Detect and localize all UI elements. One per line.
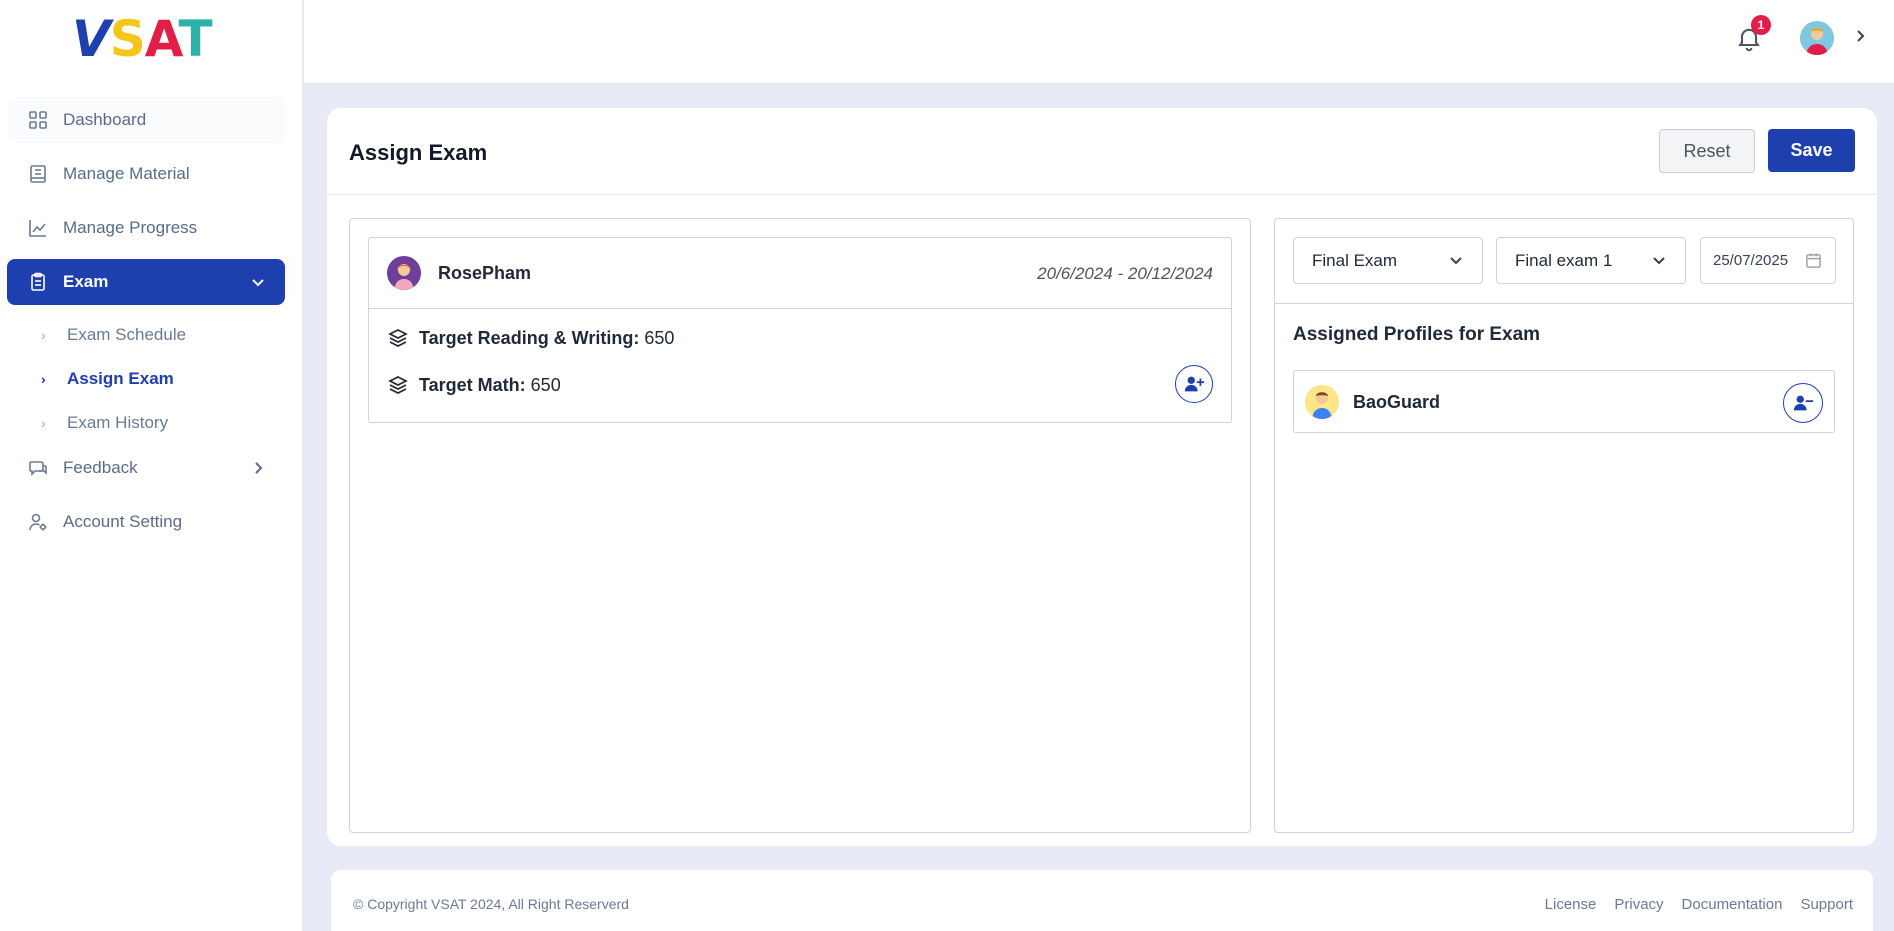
footer-link-documentation[interactable]: Documentation	[1682, 896, 1783, 913]
target-label: Target Reading & Writing:	[419, 327, 640, 348]
student-name: RosePham	[438, 263, 532, 283]
sidebar-item-label: Dashboard	[63, 110, 147, 129]
exam-type-select[interactable]: Final Exam	[1293, 237, 1483, 284]
save-button[interactable]: Save	[1768, 129, 1855, 172]
target-label: Target Math:	[419, 374, 526, 395]
footer-link-support[interactable]: Support	[1800, 896, 1853, 913]
clipboard-icon	[27, 271, 49, 293]
footer-links: License Privacy Documentation Support	[1545, 896, 1853, 913]
chevron-right-icon: ›	[41, 415, 46, 431]
chevron-right-icon[interactable]	[1852, 28, 1868, 44]
page-title: Assign Exam	[349, 140, 488, 165]
card-header: Assign Exam Reset Save	[327, 108, 1877, 195]
footer-link-license[interactable]: License	[1545, 896, 1597, 913]
sidebar-item-label: Manage Material	[63, 164, 190, 183]
student-avatar	[387, 256, 421, 290]
student-profile-card: RosePham 20/6/2024 - 20/12/2024 Target R…	[368, 237, 1232, 423]
chevron-right-icon: ›	[41, 371, 46, 387]
chevron-down-icon	[249, 273, 267, 291]
sidebar-item-label: Feedback	[63, 458, 138, 477]
sidebar-item-label: Exam	[63, 272, 109, 291]
exam-name-value: Final exam 1	[1515, 250, 1613, 270]
sidebar-subitem-label: Exam Schedule	[67, 325, 187, 344]
chat-icon	[27, 457, 49, 479]
sidebar-item-manage-progress[interactable]: Manage Progress	[7, 205, 285, 251]
chevron-down-icon	[1651, 252, 1667, 268]
sidebar-item-label: Manage Progress	[63, 218, 198, 237]
user-avatar[interactable]	[1800, 21, 1834, 55]
sidebar-subitem-label: Exam History	[67, 413, 169, 432]
grid-icon	[27, 109, 49, 131]
exam-date-value: 25/07/2025	[1713, 252, 1789, 269]
target-reading-writing: Target Reading & Writing: 650	[387, 327, 674, 349]
topbar: 1	[304, 0, 1894, 84]
notification-badge: 1	[1751, 15, 1771, 35]
reset-button[interactable]: Reset	[1659, 129, 1755, 173]
exam-type-value: Final Exam	[1312, 250, 1398, 270]
student-profile-header: RosePham 20/6/2024 - 20/12/2024	[369, 238, 1231, 309]
vsat-logo[interactable]: VSAT	[72, 14, 213, 64]
exam-name-select[interactable]: Final exam 1	[1496, 237, 1686, 284]
layers-icon	[387, 327, 409, 349]
footer: © Copyright VSAT 2024, All Right Reserve…	[331, 870, 1873, 931]
sidebar-item-feedback[interactable]: Feedback	[7, 445, 285, 491]
remove-user-button[interactable]	[1783, 383, 1823, 423]
user-plus-icon	[1184, 376, 1205, 392]
sidebar: VSAT Dashboard Manage Material Manage Pr…	[0, 0, 303, 931]
exam-filters: Final Exam Final exam 1 25/07/2025	[1275, 219, 1853, 304]
target-value: 650	[530, 374, 561, 395]
chevron-down-icon	[1448, 252, 1464, 268]
sidebar-subitem-assign-exam[interactable]: › Assign Exam	[7, 357, 285, 401]
profile-name: BaoGuard	[1353, 392, 1441, 412]
copyright-text: © Copyright VSAT 2024, All Right Reserve…	[353, 896, 629, 912]
footer-link-privacy[interactable]: Privacy	[1614, 896, 1663, 913]
assign-exam-card: Assign Exam Reset Save RosePham 20/6/202…	[327, 108, 1877, 846]
sidebar-item-manage-material[interactable]: Manage Material	[7, 151, 285, 197]
student-date-range: 20/6/2024 - 20/12/2024	[1037, 264, 1213, 283]
exam-date-picker[interactable]: 25/07/2025	[1700, 237, 1836, 284]
sidebar-subitem-exam-history[interactable]: › Exam History	[7, 401, 285, 445]
sidebar-item-account-setting[interactable]: Account Setting	[7, 499, 285, 545]
sidebar-item-exam[interactable]: Exam	[7, 259, 285, 305]
chart-line-icon	[27, 217, 49, 239]
chevron-right-icon	[249, 459, 267, 477]
logo-letter-t: T	[178, 10, 213, 68]
assigned-profiles-title: Assigned Profiles for Exam	[1293, 324, 1541, 345]
assigned-profile-item: BaoGuard	[1293, 370, 1835, 433]
chevron-right-icon: ›	[41, 327, 46, 343]
layers-icon	[387, 374, 409, 396]
target-value: 650	[644, 327, 675, 348]
target-math: Target Math: 650	[387, 374, 561, 396]
profile-avatar	[1305, 385, 1339, 419]
student-panel: RosePham 20/6/2024 - 20/12/2024 Target R…	[349, 218, 1251, 833]
sidebar-item-dashboard[interactable]: Dashboard	[7, 97, 285, 143]
sidebar-item-label: Account Setting	[63, 512, 183, 531]
sidebar-subitem-exam-schedule[interactable]: › Exam Schedule	[7, 313, 285, 357]
user-minus-icon	[1793, 395, 1814, 411]
sidebar-subitem-label: Assign Exam	[67, 369, 174, 388]
logo-letter-s: S	[109, 10, 146, 68]
sidebar-nav: Dashboard Manage Material Manage Progres…	[7, 97, 285, 553]
logo-letter-a: A	[144, 10, 180, 68]
assignment-panel: Final Exam Final exam 1 25/07/2025 Assig…	[1274, 218, 1854, 833]
calendar-icon	[1805, 252, 1823, 270]
book-icon	[27, 163, 49, 185]
add-user-button[interactable]	[1175, 365, 1213, 403]
user-gear-icon	[27, 511, 49, 533]
logo-letter-v: V	[72, 10, 111, 68]
